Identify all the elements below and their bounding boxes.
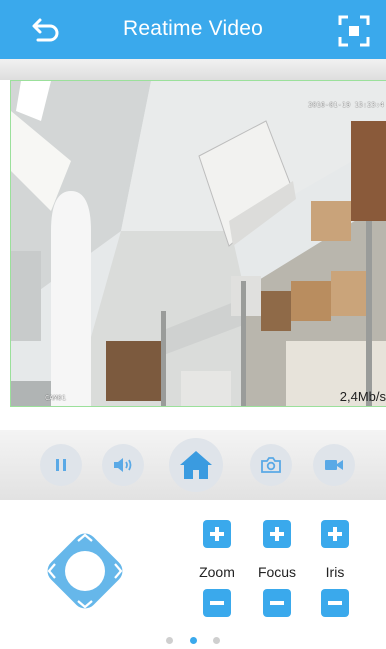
zoom-label: Zoom: [199, 564, 235, 580]
minus-icon: [328, 601, 342, 605]
snapshot-button[interactable]: [250, 444, 292, 486]
focus-out-button[interactable]: [263, 589, 291, 617]
page-indicator: [0, 631, 386, 649]
camera-icon: [261, 457, 281, 473]
status-strip: [0, 59, 386, 80]
volume-button[interactable]: [102, 444, 144, 486]
iris-label: Iris: [325, 564, 345, 580]
iris-close-button[interactable]: [321, 589, 349, 617]
plus-icon: [210, 527, 224, 541]
zoom-in-button[interactable]: [203, 520, 231, 548]
plus-icon: [328, 527, 342, 541]
fullscreen-icon: [338, 15, 370, 47]
fullscreen-button[interactable]: [337, 14, 371, 48]
pause-icon: [56, 459, 66, 471]
camera-label: CAM01: [45, 394, 67, 402]
home-icon: [180, 451, 212, 479]
video-record-icon: [325, 460, 343, 470]
zoom-out-button[interactable]: [203, 589, 231, 617]
minus-icon: [270, 601, 284, 605]
ptz-dpad[interactable]: [38, 524, 132, 618]
dpad-ring: [47, 533, 123, 609]
minus-icon: [210, 601, 224, 605]
volume-icon: [114, 458, 132, 472]
pause-button[interactable]: [40, 444, 82, 486]
focus-label: Focus: [257, 564, 297, 580]
record-button[interactable]: [313, 444, 355, 486]
video-feed[interactable]: 2016-01-19 15:23:4 CAM01 2,4Mb/s: [10, 80, 386, 407]
top-bar: Reatime Video: [0, 0, 386, 59]
iris-open-button[interactable]: [321, 520, 349, 548]
plus-icon: [270, 527, 284, 541]
video-timestamp: 2016-01-19 15:23:4: [308, 101, 384, 109]
video-scene: [11, 81, 386, 406]
page-title: Reatime Video: [123, 17, 263, 40]
focus-in-button[interactable]: [263, 520, 291, 548]
bitrate-readout: 2,4Mb/s: [339, 389, 386, 404]
home-button[interactable]: [169, 438, 223, 492]
